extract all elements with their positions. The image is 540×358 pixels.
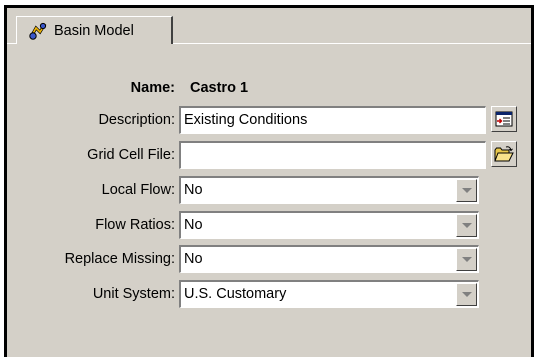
description-label: Description: [98,112,175,128]
replace-missing-label: Replace Missing: [64,251,175,267]
local-flow-label: Local Flow: [101,182,175,198]
description-editor-button[interactable] [491,106,517,132]
description-row: Description: Existing Conditions [7,106,531,134]
local-flow-select[interactable]: No [179,176,479,204]
local-flow-row: Local Flow: No [7,176,531,204]
chevron-down-icon [462,292,472,297]
unit-system-select[interactable]: U.S. Customary [179,280,479,308]
grid-cell-file-row: Grid Cell File: [7,141,531,169]
tab-basin-model[interactable]: Basin Model [16,16,173,44]
local-flow-dropdown-button[interactable] [456,179,477,202]
grid-cell-file-label: Grid Cell File: [87,147,175,163]
name-row: Name: Castro 1 [7,76,531,100]
chevron-down-icon [462,257,472,262]
flow-ratios-row: Flow Ratios: No [7,211,531,239]
chevron-down-icon [462,223,472,228]
unit-system-dropdown-button[interactable] [456,283,477,306]
unit-system-label: Unit System: [92,286,175,302]
flow-ratios-value: No [184,217,203,233]
open-folder-icon [494,146,514,162]
grid-cell-file-field[interactable] [179,141,486,169]
replace-missing-row: Replace Missing: No [7,245,531,273]
tab-label: Basin Model [54,22,134,39]
basin-model-window: Basin Model Name: Castro 1 Description: … [4,5,534,357]
local-flow-value: No [184,182,203,198]
description-field[interactable]: Existing Conditions [179,106,486,134]
replace-missing-dropdown-button[interactable] [456,248,477,271]
unit-system-row: Unit System: U.S. Customary [7,280,531,308]
name-value: Castro 1 [190,80,249,96]
basin-model-panel: Name: Castro 1 Description: Existing Con… [7,43,531,357]
grid-cell-file-browse-button[interactable] [491,141,517,167]
replace-missing-select[interactable]: No [179,245,479,273]
replace-missing-value: No [184,251,203,267]
description-editor-icon [495,111,513,127]
basin-model-icon [28,21,48,41]
name-label: Name: [130,80,175,96]
tab-strip: Basin Model [7,8,531,44]
flow-ratios-dropdown-button[interactable] [456,214,477,237]
unit-system-value: U.S. Customary [184,286,287,302]
flow-ratios-label: Flow Ratios: [95,217,175,233]
chevron-down-icon [462,188,472,193]
flow-ratios-select[interactable]: No [179,211,479,239]
